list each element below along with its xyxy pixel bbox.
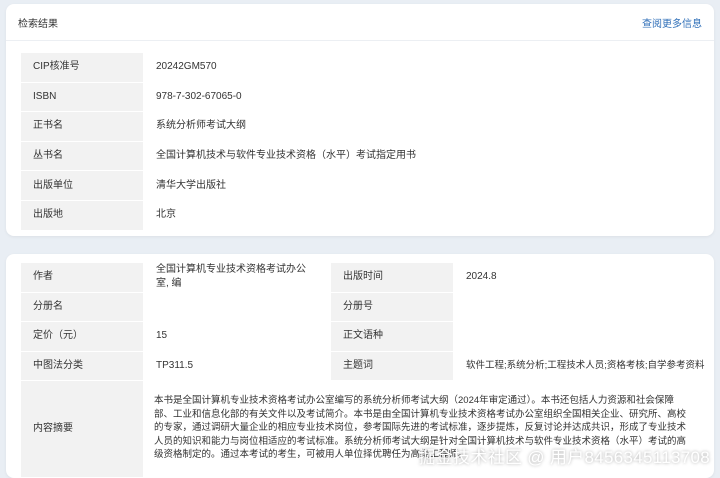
row-label: 正书名 bbox=[20, 111, 144, 142]
row-value: 清华大学出版社 bbox=[143, 170, 704, 201]
author-value: 全国计算机专业技术资格考试办公室, 编 bbox=[143, 262, 331, 293]
card-header: 检索结果 查阅更多信息 bbox=[6, 4, 714, 41]
table-row: 中图法分类 TP311.5 主题词 软件工程;系统分析;工程技术人员;资格考核;… bbox=[20, 350, 705, 381]
table-row: 出版单位 清华大学出版社 bbox=[20, 170, 704, 201]
price-label: 定价（元） bbox=[20, 321, 144, 352]
row-value: 全国计算机技术与软件专业技术资格（水平）考试指定用书 bbox=[143, 140, 704, 172]
summary-label: 内容摘要 bbox=[20, 380, 144, 478]
search-result-card: 检索结果 查阅更多信息 CIP核准号 20242GM570 ISBN 978-7… bbox=[6, 4, 714, 236]
classification-label: 中图法分类 bbox=[20, 350, 144, 381]
volume-number-label: 分册号 bbox=[330, 291, 454, 322]
row-value: 北京 bbox=[143, 199, 704, 231]
author-label: 作者 bbox=[20, 262, 144, 293]
view-more-link[interactable]: 查阅更多信息 bbox=[642, 15, 702, 30]
subject-terms-label: 主题词 bbox=[330, 350, 454, 381]
publish-date-label: 出版时间 bbox=[330, 262, 454, 293]
publish-date-value: 2024.8 bbox=[453, 262, 704, 293]
row-value: 20242GM570 bbox=[143, 52, 704, 83]
classification-value: TP311.5 bbox=[143, 350, 331, 381]
row-value: 系统分析师考试大纲 bbox=[143, 111, 704, 142]
table-row: ISBN 978-7-302-67065-0 bbox=[20, 81, 704, 113]
price-value: 15 bbox=[143, 321, 331, 352]
volume-name-label: 分册名 bbox=[20, 291, 144, 322]
row-label: 丛书名 bbox=[20, 140, 144, 172]
subject-terms-value: 软件工程;系统分析;工程技术人员;资格考核;自学参考资料 bbox=[453, 350, 705, 381]
volume-name-value bbox=[143, 291, 331, 322]
table-row: 定价（元） 15 正文语种 bbox=[20, 321, 704, 352]
table-row: CIP核准号 20242GM570 bbox=[20, 52, 704, 83]
table-row: 作者 全国计算机专业技术资格考试办公室, 编 出版时间 2024.8 bbox=[20, 262, 704, 293]
table-row: 正书名 系统分析师考试大纲 bbox=[20, 111, 704, 142]
language-value bbox=[453, 321, 704, 352]
row-value: 978-7-302-67065-0 bbox=[143, 81, 704, 113]
table-row: 出版地 北京 bbox=[20, 199, 704, 231]
language-label: 正文语种 bbox=[330, 321, 454, 352]
table-row: 分册名 分册号 bbox=[20, 291, 704, 322]
row-label: 出版地 bbox=[20, 199, 144, 231]
row-label: 出版单位 bbox=[20, 170, 144, 201]
card-title: 检索结果 bbox=[18, 18, 58, 30]
cip-info-table: CIP核准号 20242GM570 ISBN 978-7-302-67065-0… bbox=[20, 52, 704, 231]
watermark: 掘金技术社区 @ 用户8456345113708 bbox=[418, 448, 710, 467]
volume-number-value bbox=[453, 291, 704, 322]
table-row: 丛书名 全国计算机技术与软件专业技术资格（水平）考试指定用书 bbox=[20, 140, 704, 172]
row-label: CIP核准号 bbox=[20, 52, 144, 83]
row-label: ISBN bbox=[20, 81, 144, 113]
